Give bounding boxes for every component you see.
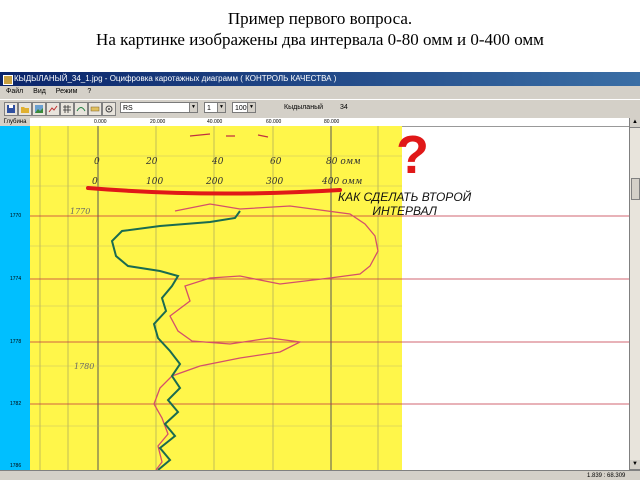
well-name: Кыдыланый bbox=[284, 104, 324, 111]
handwritten-question: КАК СДЕЛАТЬ ВТОРОЙ ИНТЕРВАЛ bbox=[338, 190, 471, 218]
hw-scale-label: 40 bbox=[211, 157, 224, 167]
menu-file[interactable]: Файл bbox=[4, 86, 25, 98]
depth-tick: 1786 bbox=[10, 463, 22, 469]
hw-scale-label: 400 омм bbox=[321, 177, 362, 187]
curve-select[interactable]: RS ▼ bbox=[120, 102, 198, 113]
slide-title-line2: На картинке изображены два интервала 0-8… bbox=[96, 30, 544, 49]
hw-scale-label: 0 bbox=[92, 177, 98, 187]
log-depth-label: 1780 bbox=[74, 362, 94, 371]
image-icon[interactable] bbox=[32, 102, 46, 116]
menu-mode[interactable]: Режим bbox=[54, 86, 80, 98]
depth-tick: 1774 bbox=[10, 276, 22, 282]
handwritten-question-line2: ИНТЕРВАЛ bbox=[372, 204, 437, 218]
step-field[interactable]: 1 ▼ bbox=[204, 102, 226, 113]
depth-tick: 1770 bbox=[10, 213, 22, 219]
ruler-icon[interactable] bbox=[88, 102, 102, 116]
hw-scale-label: 200 bbox=[205, 177, 223, 187]
scroll-up-icon[interactable]: ▲ bbox=[630, 118, 640, 128]
grid-icon[interactable] bbox=[60, 102, 74, 116]
curve-icon[interactable] bbox=[74, 102, 88, 116]
depth-track: 1770 1774 1778 1782 1786 bbox=[0, 126, 30, 470]
zoom-select[interactable]: 100% ▼ bbox=[232, 102, 256, 113]
scale-label: 20.000 bbox=[150, 119, 166, 125]
well-number: 34 bbox=[340, 104, 348, 111]
slide-title: Пример первого вопроса. На картинке изоб… bbox=[0, 8, 640, 50]
chart-icon[interactable] bbox=[46, 102, 60, 116]
curve-select-value: RS bbox=[123, 105, 133, 112]
chevron-down-icon[interactable]: ▼ bbox=[247, 103, 255, 112]
chevron-down-icon[interactable]: ▼ bbox=[189, 103, 197, 112]
scale-label: 60.000 bbox=[266, 119, 282, 125]
app-icon bbox=[3, 75, 13, 85]
depth-tick: 1778 bbox=[10, 339, 22, 345]
log-plot[interactable]: 0 20 40 60 80 омм 0 100 200 300 400 омм … bbox=[30, 126, 630, 470]
log-depth-label: 1770 bbox=[70, 207, 90, 216]
save-icon[interactable] bbox=[4, 102, 18, 116]
depth-tick: 1782 bbox=[10, 401, 22, 407]
cursor-coords: 1.839 : 68.309 bbox=[587, 473, 626, 479]
scroll-down-icon[interactable]: ▼ bbox=[630, 460, 640, 470]
digitizer-window: КЫДЫЛАНЫЙ_34_1.jpg - Оцифровка каротажны… bbox=[0, 72, 640, 480]
depth-header: Глубина bbox=[0, 118, 31, 126]
menu-view[interactable]: Вид bbox=[31, 86, 48, 98]
hw-scale-label: 100 bbox=[146, 177, 163, 187]
status-bar: 1.839 : 68.309 bbox=[0, 470, 640, 480]
handwritten-question-line1: КАК СДЕЛАТЬ ВТОРОЙ bbox=[338, 190, 472, 204]
question-mark-annotation: ? bbox=[396, 125, 429, 185]
scroll-thumb[interactable] bbox=[631, 178, 640, 200]
open-icon[interactable] bbox=[18, 102, 32, 116]
scale-label: 80.000 bbox=[324, 119, 340, 125]
toolbar: RS ▼ 1 ▼ 100% ▼ Кыдыланый 34 bbox=[0, 99, 640, 119]
hw-scale-label: 80 омм bbox=[326, 157, 361, 167]
settings-icon[interactable] bbox=[102, 102, 116, 116]
vertical-scrollbar[interactable]: ▲ ▼ bbox=[629, 118, 640, 470]
hw-scale-label: 0 bbox=[94, 157, 100, 167]
hw-scale-label: 300 bbox=[266, 177, 283, 187]
workspace: Глубина 1770 1774 1778 1782 1786 0.000 2… bbox=[0, 118, 640, 470]
menu-help[interactable]: ? bbox=[85, 86, 93, 98]
chevron-down-icon[interactable]: ▼ bbox=[217, 103, 225, 112]
slide-title-line1: Пример первого вопроса. bbox=[227, 9, 413, 28]
menu-bar: Файл Вид Режим ? bbox=[0, 86, 640, 98]
window-titlebar[interactable]: КЫДЫЛАНЫЙ_34_1.jpg - Оцифровка каротажны… bbox=[0, 72, 640, 86]
hw-scale-label: 20 bbox=[145, 157, 158, 167]
scale-label: 40.000 bbox=[207, 119, 223, 125]
scale-label: 0.000 bbox=[94, 119, 107, 125]
window-title: КЫДЫЛАНЫЙ_34_1.jpg - Оцифровка каротажны… bbox=[14, 74, 337, 83]
step-value: 1 bbox=[207, 105, 211, 112]
hw-scale-label: 60 bbox=[270, 157, 282, 167]
